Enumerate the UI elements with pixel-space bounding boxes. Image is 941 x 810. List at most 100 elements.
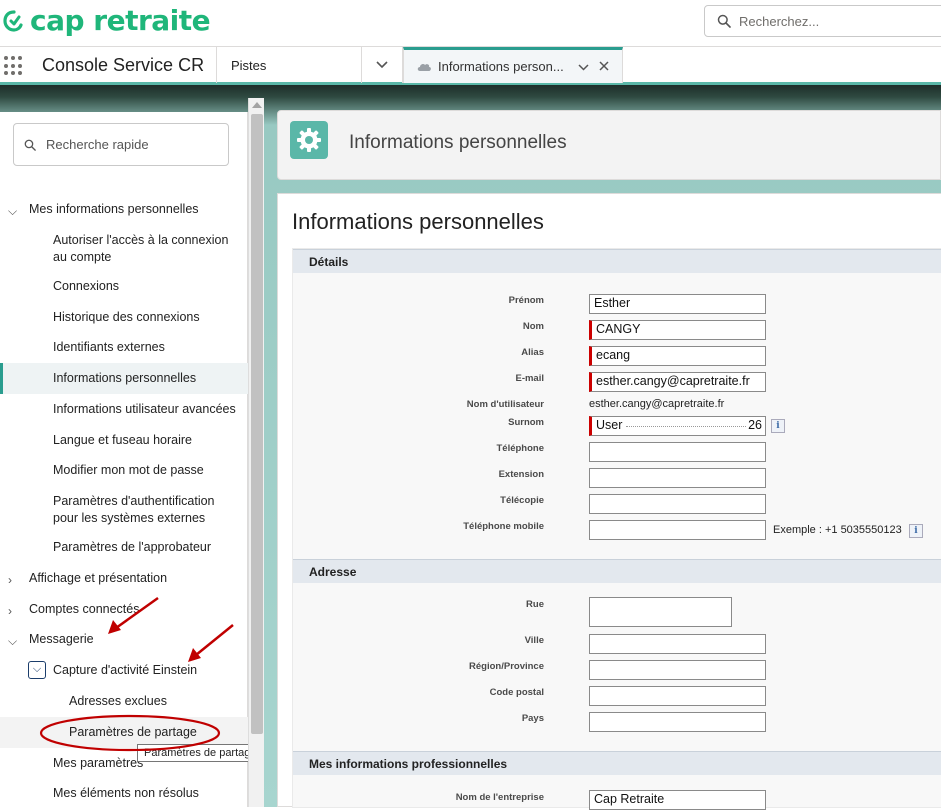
sidebar-item-authentification[interactable]: Paramètres d'authentification pour les s… [0,493,248,527]
sidebar-item-capture-einstein[interactable]: ⌵ Capture d'activité Einstein [0,661,248,679]
sidebar-section-comptes-connectes[interactable]: › Comptes connectés [0,601,248,618]
sidebar-item-adresses-exclues[interactable]: Adresses exclues [0,693,248,710]
field-label-rue: Rue [526,599,544,610]
rue-textarea[interactable] [589,597,732,627]
tab-chevron-down-icon[interactable] [578,58,589,74]
sidebar-item-label: Identifiants externes [53,340,165,354]
telecopie-input[interactable] [589,494,766,514]
sidebar-item-label: Adresses exclues [69,694,167,708]
sidebar-section-mes-informations[interactable]: ⌵ Mes informations personnelles [0,201,248,218]
field-label-nom: Nom [522,321,544,332]
field-label-email: E-mail [515,373,544,384]
sidebar-section-label: Affichage et présentation [29,571,168,585]
info-icon[interactable]: i [909,524,923,538]
chevron-down-icon: ⌵ [28,661,46,679]
sidebar-item-label: Modifier mon mot de passe [53,463,204,477]
field-label-pays: Pays [521,713,544,724]
code-postal-input[interactable] [589,686,766,706]
scrollbar-thumb[interactable] [251,114,263,734]
ville-input[interactable] [589,634,766,654]
chevron-right-icon: › [8,573,12,587]
sidebar-item-label: Informations personnelles [53,371,197,385]
quick-search-input[interactable]: Recherche rapide [13,123,229,166]
nom-utilisateur-value: esther.cangy@capretraite.fr [589,398,725,410]
brand-name: cap retraite [30,4,211,37]
brand-logo[interactable]: cap retraite [0,4,211,38]
sidebar-item-label: Connexions [53,279,120,293]
sidebar-item-approbateur[interactable]: Paramètres de l'approbateur [0,539,248,556]
tab-pistes-label: Pistes [231,57,267,73]
scroll-up-icon[interactable] [252,102,262,108]
tooltip: Paramètres de partage [137,744,264,762]
settings-gear-icon [290,121,328,159]
global-search-placeholder: Recherchez... [739,13,820,29]
sidebar-item-elements-non-resolus[interactable]: Mes éléments non résolus [0,785,248,802]
chevron-down-icon: ⌵ [8,634,18,648]
section-heading-adresse: Adresse [293,559,941,583]
sidebar-item-informations-personnelles[interactable]: Informations personnelles [0,363,248,394]
surnom-value-end: 26 [748,418,762,432]
telephone-input[interactable] [589,442,766,462]
tab-menu-button[interactable] [361,47,403,83]
email-input[interactable]: esther.cangy@capretraite.fr [589,372,766,392]
sidebar-section-affichage[interactable]: › Affichage et présentation [0,570,248,587]
app-name: Console Service CR [42,55,205,75]
quick-search-placeholder: Recherche rapide [46,137,149,152]
tab-informations-personnelles-label: Informations person... [438,59,564,74]
field-label-alias: Alias [521,347,544,358]
surnom-input[interactable]: User 26 [589,416,766,436]
page-header: Informations personnelles [277,110,941,180]
chevron-right-icon: › [8,604,12,618]
sidebar-section-messagerie[interactable]: ⌵ Messagerie [0,631,248,648]
global-search-input[interactable]: Recherchez... [704,5,941,37]
sidebar-item-historique[interactable]: Historique des connexions [0,309,248,326]
alias-input[interactable]: ecang [589,346,766,366]
console-navbar: Console Service CR Pistes Informations p… [0,46,941,85]
section-heading-professionnelles: Mes informations professionnelles [293,751,941,775]
global-header: cap retraite Recherchez... [0,0,941,46]
entreprise-input[interactable]: Cap Retraite [589,790,766,810]
mobile-input[interactable] [589,520,766,540]
sidebar-item-identifiants-externes[interactable]: Identifiants externes [0,339,248,356]
prenom-input[interactable]: Esther [589,294,766,314]
cloud-tab-icon [417,63,431,71]
pays-input[interactable] [589,712,766,732]
sidebar-section-label: Messagerie [29,632,94,646]
mobile-hint: Exemple : +1 5035550123 [773,524,902,536]
sidebar-item-label: Paramètres d'authentification pour les s… [53,494,215,525]
sidebar-item-label: Langue et fuseau horaire [53,433,192,447]
sidebar-section-label: Comptes connectés [29,602,140,616]
field-label-nom-utilisateur: Nom d'utilisateur [466,399,544,410]
sidebar-item-label: Autoriser l'accès à la connexion au comp… [53,233,229,264]
sidebar-scrollbar[interactable] [248,98,264,807]
field-label-region: Région/Province [469,661,544,672]
info-icon[interactable]: i [771,419,785,433]
field-label-mobile: Téléphone mobile [463,521,544,532]
sidebar-item-informations-avancees[interactable]: Informations utilisateur avancées [0,401,248,418]
field-label-telephone: Téléphone [496,443,544,454]
sidebar-item-langue[interactable]: Langue et fuseau horaire [0,432,248,449]
sidebar-item-label: Mes paramètres [53,756,144,770]
app-launcher-icon[interactable] [4,56,24,76]
page-header-title: Informations personnelles [349,132,567,153]
tab-informations-personnelles[interactable]: Informations person... [403,47,623,83]
region-input[interactable] [589,660,766,680]
sidebar-item-label: Capture d'activité Einstein [53,663,198,677]
surnom-value-start: User [596,418,623,432]
tab-pistes[interactable]: Pistes [216,47,361,83]
logo-mark-icon [3,10,23,32]
user-detail-form: Détails Prénom Esther Nom CANGY Alias ec… [292,248,941,810]
sidebar-item-mot-de-passe[interactable]: Modifier mon mot de passe [0,462,248,479]
field-label-telecopie: Télécopie [500,495,544,506]
content-panel: Informations personnelles Détails Prénom… [277,193,941,810]
nom-input[interactable]: CANGY [589,320,766,340]
search-icon [717,14,731,28]
tab-close-icon[interactable] [599,58,609,74]
chevron-down-icon: ⌵ [8,204,18,218]
sidebar-item-autoriser-acces[interactable]: Autoriser l'accès à la connexion au comp… [0,232,248,266]
sidebar-item-label: Paramètres de l'approbateur [53,540,212,554]
sidebar-item-label: Mes éléments non résolus [53,786,199,800]
extension-input[interactable] [589,468,766,488]
sidebar-item-connexions[interactable]: Connexions [0,278,248,295]
sidebar-section-label: Mes informations personnelles [29,202,199,216]
